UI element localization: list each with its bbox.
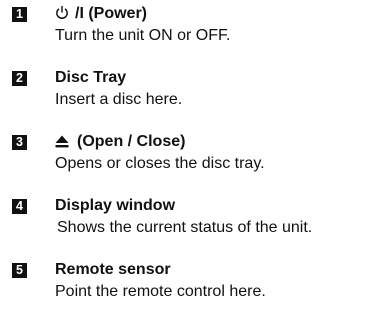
item-title: (Open / Close) [55,132,185,154]
item-description: Point the remote control here. [55,283,266,300]
item-title: Display window [55,197,176,214]
item-number-badge: 5 [12,263,27,278]
item-title: Remote sensor [55,261,171,278]
item-number-badge: 3 [12,135,27,150]
item-description: Opens or closes the disc tray. [55,155,265,172]
item-number-badge: 2 [12,71,27,86]
power-icon [55,5,69,26]
eject-icon [55,134,69,154]
item-description: Turn the unit ON or OFF. [55,27,231,44]
item-number-badge: 4 [12,199,27,214]
item-title-text: /I (Power) [75,5,148,22]
item-title: Disc Tray [55,69,127,86]
item-number-badge: 1 [12,7,27,22]
item-description: Insert a disc here. [55,91,183,108]
item-title: /I (Power) [55,4,147,26]
item-description: Shows the current status of the unit. [57,219,313,236]
item-title-text: (Open / Close) [77,133,186,150]
